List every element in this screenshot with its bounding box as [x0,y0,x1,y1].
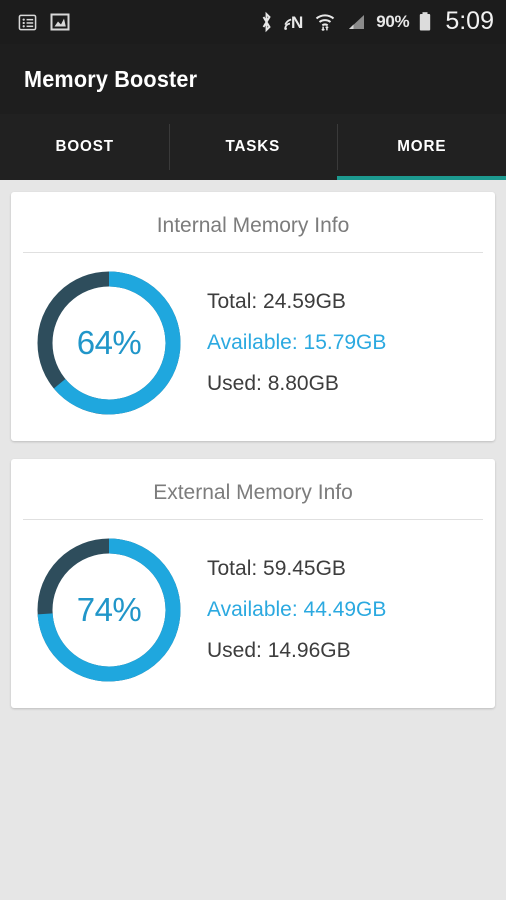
app-title-bar: Memory Booster [0,44,506,114]
external-memory-donut-chart: 74% [33,534,185,686]
status-bar-notifications [18,12,70,32]
internal-memory-card-title: Internal Memory Info [156,214,350,237]
internal-memory-stats: Total: 24.59GB Available: 15.79GB Used: … [207,290,495,396]
internal-memory-card-body: 64% Total: 24.59GB Available: 15.79GB Us… [11,253,495,423]
more-tab-content: Internal Memory Info 64% Total: 24.59GB … [0,180,506,708]
tab-boost[interactable]: BOOST [0,114,169,180]
status-bar-system-icons: N 90% 5:09 [259,6,494,35]
internal-used-label: Used: 8.80GB [207,372,339,395]
external-memory-donut-wrap: 74% [11,534,207,686]
internal-memory-percent-label: 64% [76,324,142,361]
internal-total-label: Total: 24.59GB [207,290,346,313]
svg-text:N: N [291,13,303,32]
battery-percent-label: 90% [376,12,410,31]
external-memory-card-title: External Memory Info [153,481,353,504]
external-memory-stats: Total: 59.45GB Available: 44.49GB Used: … [207,557,495,663]
external-memory-card: External Memory Info 74% Total: 59.45GB … [11,459,495,708]
tab-boost-label: BOOST [55,138,114,155]
external-memory-percent-label: 74% [76,591,142,628]
battery-icon [418,11,432,33]
tab-tasks[interactable]: TASKS [168,114,338,180]
cellular-signal-icon [345,12,367,32]
wifi-icon [314,11,336,33]
bluetooth-icon [259,11,274,33]
tab-bar: BOOST TASKS MORE [0,114,506,180]
external-available-label: Available: 44.49GB [207,598,387,621]
external-total-label: Total: 59.45GB [207,557,346,580]
tab-more-label: MORE [397,138,447,155]
list-notification-icon [18,13,37,32]
internal-memory-card: Internal Memory Info 64% Total: 24.59GB … [11,192,495,441]
external-used-label: Used: 14.96GB [207,639,351,662]
app-title: Memory Booster [24,65,198,92]
status-bar: N 90% 5:09 [0,0,506,44]
nfc-icon: N [283,11,305,33]
internal-memory-donut-chart: 64% [33,267,185,419]
image-notification-icon [50,12,70,32]
tab-tasks-label: TASKS [225,138,281,155]
tab-more[interactable]: MORE [337,114,506,180]
internal-memory-donut-wrap: 64% [11,267,207,419]
internal-available-label: Available: 15.79GB [207,331,387,354]
clock-label: 5:09 [445,6,494,35]
external-memory-card-body: 74% Total: 59.45GB Available: 44.49GB Us… [11,520,495,690]
app-root: N 90% 5:09 Memory Booster BOOST TASKS MO… [0,0,506,900]
